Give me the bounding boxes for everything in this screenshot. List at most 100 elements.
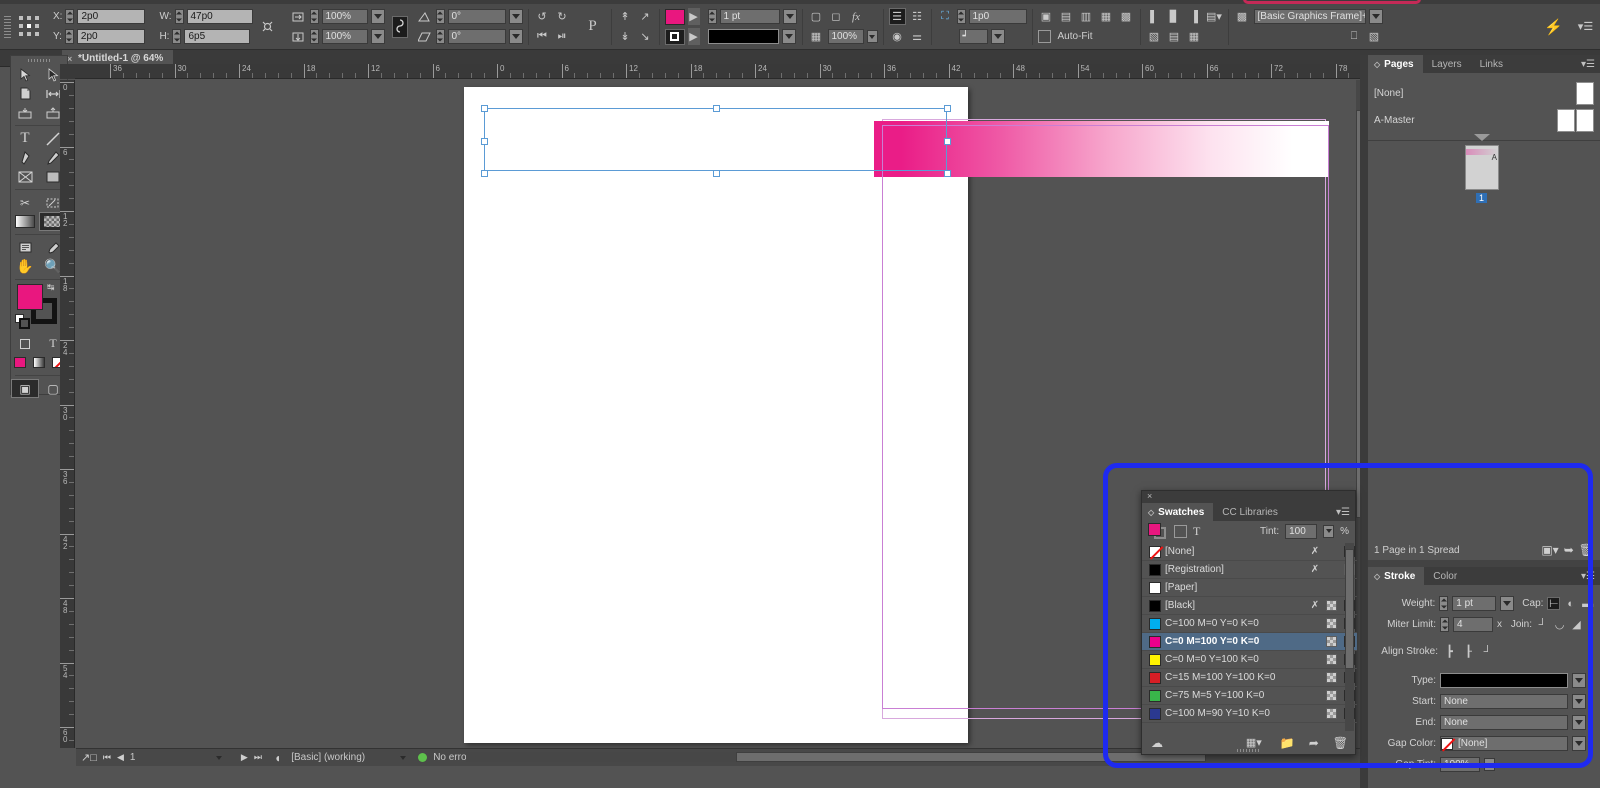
fit-frame-to-content-icon[interactable]: ▥ — [1078, 8, 1095, 25]
constrain-proportions-icon[interactable] — [259, 18, 276, 35]
flip-horizontal-icon[interactable]: ⏮ — [534, 28, 551, 45]
scale-y-stepper[interactable] — [309, 29, 319, 44]
swatch-row[interactable]: C=0 M=0 Y=100 K=0 — [1142, 651, 1357, 669]
selection-handle-tc[interactable] — [713, 105, 720, 112]
stroke-type-dropdown[interactable] — [781, 29, 796, 44]
swatch-row[interactable]: [Registration] ✗ — [1142, 561, 1357, 579]
horizontal-ruler[interactable]: 363024181260612182430364248546066727884 — [75, 64, 1365, 79]
control-panel-menu-icon[interactable]: ▾☰ — [1577, 18, 1594, 35]
preflight-icon[interactable]: ◖ — [274, 751, 281, 765]
stroke-color-swatch[interactable] — [664, 28, 685, 45]
bring-forward-icon[interactable]: ↗ — [637, 8, 654, 25]
align-top-icon[interactable]: ▧ — [1146, 28, 1163, 45]
formatting-affects-container-icon[interactable] — [1174, 524, 1187, 538]
w-input[interactable]: 47p0 — [186, 9, 253, 24]
close-icon[interactable]: × — [1147, 491, 1152, 501]
rotate-90-ccw-icon[interactable]: ↺ — [534, 8, 551, 25]
stroke-weight-stepper-panel[interactable] — [1439, 596, 1449, 611]
stroke-color-dropdown[interactable]: ▶ — [687, 28, 700, 45]
swatch-row[interactable]: C=15 M=100 Y=100 K=0 — [1142, 669, 1357, 687]
selection-handle-ml[interactable] — [481, 138, 488, 145]
cc-library-icon[interactable]: ☁ — [1151, 736, 1163, 750]
stroke-weight-stepper[interactable] — [707, 9, 717, 24]
next-page-icon[interactable]: ▶ — [241, 752, 248, 763]
align-vertical-center-icon[interactable]: ▤ — [1166, 28, 1183, 45]
object-style-input[interactable]: [Basic Graphics Frame]+ — [1253, 9, 1366, 24]
object-style-dropdown[interactable] — [1368, 9, 1383, 24]
quick-apply-icon[interactable]: ⚡ — [1544, 18, 1563, 36]
stroke-end-input[interactable]: None — [1440, 715, 1568, 730]
center-content-icon[interactable]: ▩ — [1118, 8, 1135, 25]
round-join-icon[interactable]: ◡ — [1553, 618, 1566, 631]
stroke-weight-input-panel[interactable]: 1 pt — [1452, 596, 1496, 611]
stroke-panel-menu-icon[interactable]: ▾☰ — [1581, 567, 1600, 585]
type-tool[interactable]: T — [11, 129, 39, 148]
align-stroke-outside-icon[interactable]: ┘ — [1480, 644, 1495, 659]
container-selection-icon[interactable]: P — [580, 14, 606, 40]
selection-handle-mr[interactable] — [944, 138, 951, 145]
bevel-join-icon[interactable]: ◢ — [1570, 618, 1583, 631]
tab-color[interactable]: Color — [1424, 567, 1467, 585]
swatch-row[interactable]: [Black] ✗ — [1142, 597, 1357, 615]
preflight-profile-dropdown[interactable] — [397, 751, 408, 764]
fill-color-box[interactable] — [17, 284, 43, 310]
swatch-row[interactable]: C=100 M=90 Y=10 K=0 — [1142, 705, 1357, 723]
shear-stepper[interactable] — [435, 29, 445, 44]
rotation-input[interactable]: 0° — [447, 9, 506, 24]
page-thumbnail[interactable]: A — [1465, 145, 1499, 190]
frame-span-icon[interactable]: ☷ — [909, 8, 926, 25]
formatting-affects-container-icon[interactable] — [11, 334, 39, 353]
toolbox-gripper[interactable] — [11, 56, 67, 65]
butt-cap-icon[interactable]: ⊢ — [1547, 597, 1561, 610]
swatch-color-chip[interactable] — [1149, 581, 1161, 594]
page-number-dropdown[interactable] — [214, 751, 225, 764]
selection-handle-bl[interactable] — [481, 170, 488, 177]
stroke-type-dropdown-panel[interactable] — [1572, 673, 1586, 688]
swatches-scrollbar[interactable] — [1345, 543, 1354, 731]
swatch-color-chip[interactable] — [1149, 545, 1161, 558]
stroke-type-preview-panel[interactable] — [1440, 673, 1568, 688]
tab-swatches[interactable]: ◇ Swatches — [1142, 503, 1214, 521]
swatch-row[interactable]: C=100 M=0 Y=0 K=0 — [1142, 615, 1357, 633]
selection-bounding-box[interactable] — [481, 105, 951, 177]
scissors-tool[interactable]: ✂ — [11, 193, 39, 212]
page-tool[interactable] — [11, 84, 39, 103]
fx-icon[interactable]: fx — [848, 8, 865, 25]
round-cap-icon[interactable]: ◐ — [1564, 597, 1577, 610]
last-page-icon[interactable]: ⏭ — [254, 752, 262, 763]
scale-x-stepper[interactable] — [309, 9, 319, 24]
miter-limit-stepper[interactable] — [1440, 617, 1449, 632]
h-stepper[interactable] — [172, 29, 182, 44]
frame-tool[interactable] — [11, 167, 39, 186]
new-color-group-icon[interactable]: ▦▾ — [1246, 736, 1262, 749]
swatch-row[interactable]: [None] ✗ — [1142, 543, 1357, 561]
swatch-color-chip[interactable] — [1149, 599, 1161, 612]
master-row-none[interactable]: [None] — [1368, 80, 1600, 107]
swatch-color-chip[interactable] — [1149, 617, 1161, 630]
swatches-fill-box[interactable] — [1148, 523, 1161, 536]
tint-input[interactable]: 100 — [1285, 523, 1318, 539]
swatches-scroll-thumb[interactable] — [1345, 549, 1354, 669]
shear-dropdown[interactable] — [508, 29, 523, 44]
inset-stepper[interactable] — [956, 9, 966, 24]
swatch-color-chip[interactable] — [1149, 707, 1161, 720]
ruler-origin[interactable] — [60, 64, 75, 79]
inset-input[interactable]: 1p0 — [968, 9, 1027, 24]
content-collector-tool[interactable] — [11, 103, 39, 122]
w-stepper[interactable] — [174, 9, 184, 24]
swatch-row[interactable]: C=0 M=100 Y=0 K=0 — [1142, 633, 1357, 651]
stroke-weight-dropdown[interactable] — [782, 9, 797, 24]
align-to-dropdown-icon[interactable]: ▤▾ — [1206, 8, 1223, 25]
opacity-input[interactable]: 100% — [827, 29, 864, 44]
note-tool[interactable] — [11, 238, 39, 257]
x-input[interactable]: 2p0 — [77, 9, 146, 24]
hand-tool[interactable]: ✋ — [11, 257, 39, 276]
corner-shape-preview[interactable]: ┙ — [958, 29, 988, 44]
swatch-color-chip[interactable] — [1149, 671, 1161, 684]
swatches-title-bar[interactable]: × — [1142, 491, 1355, 503]
gap-color-input[interactable]: [None] — [1440, 736, 1568, 751]
fill-color-swatch[interactable] — [664, 8, 685, 25]
gradient-swatch-tool[interactable] — [11, 212, 39, 231]
flip-vertical-icon[interactable]: ⏯ — [554, 28, 571, 45]
miter-join-icon[interactable]: ┘ — [1536, 618, 1549, 631]
